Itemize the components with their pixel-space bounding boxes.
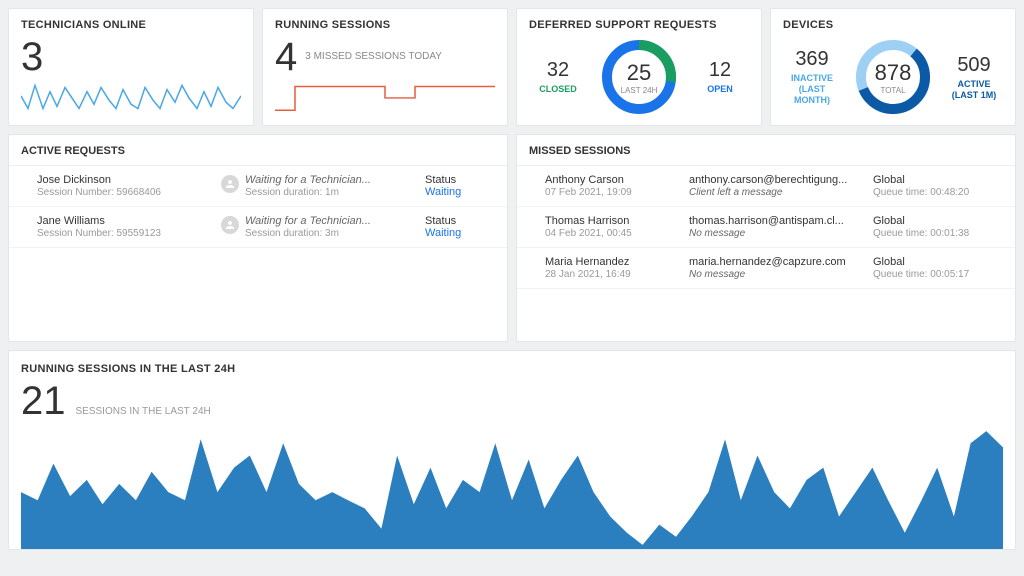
open-stat: 12 OPEN bbox=[691, 59, 749, 95]
active-stat: 509 ACTIVE (LAST 1M) bbox=[945, 54, 1003, 101]
table-row[interactable]: Jose Dickinson Session Number: 59668406 … bbox=[9, 166, 507, 207]
missed-sessions-today: 3 MISSED SESSIONS TODAY bbox=[305, 51, 442, 62]
technicians-count: 3 bbox=[21, 37, 241, 77]
table-row[interactable]: Jane Williams Session Number: 59559123 W… bbox=[9, 207, 507, 248]
card-title: RUNNING SESSIONS bbox=[275, 19, 495, 31]
card-title: DEFERRED SUPPORT REQUESTS bbox=[529, 19, 749, 31]
queue-time: Queue time: 00:05:17 bbox=[873, 269, 1003, 280]
email: thomas.harrison@antispam.cl... bbox=[689, 215, 873, 227]
message-status: No message bbox=[689, 228, 873, 239]
panel-title: RUNNING SESSIONS IN THE LAST 24H bbox=[21, 363, 1003, 375]
running-sessions-count: 4 bbox=[275, 37, 297, 77]
running-sessions-24h-panel: RUNNING SESSIONS IN THE LAST 24H 21 SESS… bbox=[8, 350, 1016, 550]
active-requests-panel: ACTIVE REQUESTS Jose Dickinson Session N… bbox=[8, 134, 508, 342]
person-name: Thomas Harrison bbox=[545, 215, 689, 227]
queue-time: Queue time: 00:48:20 bbox=[873, 187, 1003, 198]
technicians-online-card[interactable]: TECHNICIANS ONLINE 3 bbox=[8, 8, 254, 126]
running-sparkline bbox=[275, 77, 495, 115]
person-name: Anthony Carson bbox=[545, 174, 689, 186]
queue-time: Queue time: 00:01:38 bbox=[873, 228, 1003, 239]
person-name: Maria Hernandez bbox=[545, 256, 689, 268]
deferred-requests-card[interactable]: DEFERRED SUPPORT REQUESTS 32 CLOSED 25 L… bbox=[516, 8, 762, 126]
requester-name: Jane Williams bbox=[37, 215, 221, 227]
card-title: TECHNICIANS ONLINE bbox=[21, 19, 241, 31]
avatar-icon bbox=[221, 216, 239, 234]
inactive-stat: 369 INACTIVE (LAST MONTH) bbox=[783, 48, 841, 105]
avatar-icon bbox=[221, 175, 239, 193]
waiting-text: Waiting for a Technician... bbox=[245, 215, 371, 227]
session-date: 28 Jan 2021, 16:49 bbox=[545, 269, 689, 280]
sessions-24h-count: 21 bbox=[21, 381, 66, 421]
message-status: No message bbox=[689, 269, 873, 280]
closed-stat: 32 CLOSED bbox=[529, 59, 587, 95]
status-value: Waiting bbox=[425, 186, 495, 198]
message-status: Client left a message bbox=[689, 187, 873, 198]
devices-card[interactable]: DEVICES 369 INACTIVE (LAST MONTH) 878 TO… bbox=[770, 8, 1016, 126]
card-title: DEVICES bbox=[783, 19, 1003, 31]
top-kpi-row: TECHNICIANS ONLINE 3 RUNNING SESSIONS 4 … bbox=[8, 8, 1016, 126]
session-date: 04 Feb 2021, 00:45 bbox=[545, 228, 689, 239]
group: Global bbox=[873, 215, 1003, 227]
group: Global bbox=[873, 174, 1003, 186]
running-sessions-card[interactable]: RUNNING SESSIONS 4 3 MISSED SESSIONS TOD… bbox=[262, 8, 508, 126]
session-number: Session Number: 59559123 bbox=[37, 228, 221, 239]
requester-name: Jose Dickinson bbox=[37, 174, 221, 186]
table-row[interactable]: Thomas Harrison 04 Feb 2021, 00:45 thoma… bbox=[517, 207, 1015, 248]
missed-sessions-panel: MISSED SESSIONS Anthony Carson 07 Feb 20… bbox=[516, 134, 1016, 342]
sessions-24h-area-chart bbox=[21, 427, 1003, 549]
session-duration: Session duration: 3m bbox=[245, 228, 371, 239]
status-header: Status bbox=[425, 174, 495, 186]
panel-title: ACTIVE REQUESTS bbox=[9, 135, 507, 166]
mid-panels-row: ACTIVE REQUESTS Jose Dickinson Session N… bbox=[8, 134, 1016, 342]
waiting-text: Waiting for a Technician... bbox=[245, 174, 371, 186]
table-row[interactable]: Maria Hernandez 28 Jan 2021, 16:49 maria… bbox=[517, 248, 1015, 289]
email: anthony.carson@berechtigung... bbox=[689, 174, 873, 186]
sessions-24h-sub: SESSIONS IN THE LAST 24H bbox=[76, 406, 211, 417]
status-header: Status bbox=[425, 215, 495, 227]
group: Global bbox=[873, 256, 1003, 268]
deferred-donut: 25 LAST 24H bbox=[599, 37, 679, 117]
status-value: Waiting bbox=[425, 227, 495, 239]
panel-title: MISSED SESSIONS bbox=[517, 135, 1015, 166]
technicians-sparkline bbox=[21, 77, 241, 119]
session-duration: Session duration: 1m bbox=[245, 187, 371, 198]
session-date: 07 Feb 2021, 19:09 bbox=[545, 187, 689, 198]
session-number: Session Number: 59668406 bbox=[37, 187, 221, 198]
devices-donut: 878 TOTAL bbox=[853, 37, 933, 117]
table-row[interactable]: Anthony Carson 07 Feb 2021, 19:09 anthon… bbox=[517, 166, 1015, 207]
email: maria.hernandez@capzure.com bbox=[689, 256, 873, 268]
